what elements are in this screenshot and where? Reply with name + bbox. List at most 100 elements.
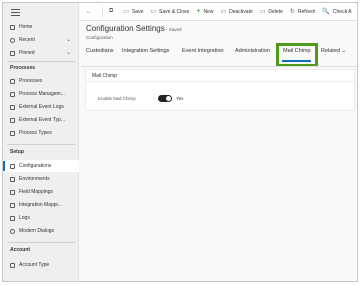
sidebar-item-account-type[interactable]: Account Type	[3, 259, 79, 271]
delete-button[interactable]: ▭ Delete	[259, 8, 283, 16]
new-button[interactable]: + New	[196, 8, 213, 15]
back-button[interactable]: ←	[86, 9, 95, 15]
save-status: - Saved	[166, 27, 182, 32]
section-label-processes: Processes	[10, 65, 36, 71]
deactivate-label: Deactivate	[229, 8, 253, 15]
refresh-button[interactable]: ↻ Refresh	[289, 8, 316, 16]
popout-icon: ⧉	[109, 8, 114, 14]
sidebar-item-label: Processes	[19, 78, 43, 84]
sidebar-item-label: Logs	[19, 215, 30, 221]
account-type-icon	[10, 262, 15, 268]
trash-icon: ▭	[259, 9, 266, 15]
chevron-down-icon[interactable]: ⌄	[66, 49, 71, 56]
section-label-account: Account	[10, 247, 30, 253]
sidebar-item-field-mappings[interactable]: Field Mappings	[3, 186, 79, 198]
search-icon: 🔍	[322, 9, 330, 15]
section-divider	[86, 81, 354, 82]
sidebar-item-label: Configurations	[19, 163, 52, 169]
sidebar-divider	[7, 144, 75, 145]
save-label: Save	[131, 8, 144, 15]
refresh-icon: ↻	[289, 9, 295, 15]
delete-label: Delete	[268, 8, 283, 15]
save-icon: ▭	[123, 9, 129, 15]
save-close-label: Save & Close	[159, 8, 190, 15]
sidebar-item-label: Process Managem...	[19, 91, 65, 97]
sidebar-item-label: External Event Logs	[19, 104, 64, 110]
tab-integration-settings[interactable]: Integration Settings	[122, 48, 169, 54]
deactivate-icon: ▭	[220, 9, 227, 15]
section-title: Mail Chimp	[92, 73, 118, 79]
log-icon	[10, 215, 15, 221]
highlight-box	[276, 43, 318, 67]
deactivate-button[interactable]: ▭ Deactivate	[220, 8, 253, 16]
sidebar-item-label: Field Mappings	[19, 189, 53, 195]
new-label: New	[203, 8, 214, 15]
sidebar-divider	[7, 242, 75, 243]
sidebar-item-label: Process Types	[19, 130, 52, 136]
process-icon	[10, 78, 15, 84]
check-access-button[interactable]: 🔍 Check A	[322, 8, 352, 16]
configuration-icon	[10, 163, 15, 169]
sidebar-item-label: Pinned	[19, 50, 35, 56]
plus-icon: +	[196, 8, 201, 15]
sidebar-item-label: Integration Mappi...	[19, 202, 62, 208]
save-button[interactable]: ▭ Save	[123, 8, 144, 16]
tab-related[interactable]: Related ⌄	[321, 48, 346, 54]
chevron-down-icon[interactable]: ⌄	[66, 36, 71, 43]
clock-icon	[10, 37, 15, 43]
command-bar: ← ⧉ ▭ Save ▭ Save & Close + New ▭ Deacti…	[80, 3, 357, 21]
sidebar-item-label: Recent	[19, 37, 35, 43]
event-log-icon	[10, 104, 15, 110]
home-icon	[10, 24, 15, 30]
app-window: Home Recent ⌄ Pinned ⌄ Processes Process…	[2, 2, 358, 282]
command-separator	[102, 6, 103, 17]
process-type-icon	[10, 130, 15, 136]
save-close-icon: ▭	[150, 9, 157, 15]
sidebar-item-modern-dialogs[interactable]: Modern Dialogs	[3, 225, 79, 237]
sidebar-item-recent[interactable]: Recent ⌄	[3, 34, 79, 46]
popout-button[interactable]: ⧉	[109, 8, 116, 15]
toggle-value-label: Yes	[176, 96, 184, 101]
sidebar-item-environments[interactable]: Environments	[3, 173, 79, 185]
toggle-knob	[166, 96, 171, 101]
tab-custodians[interactable]: Custodians	[86, 48, 114, 54]
sidebar-item-logs[interactable]: Logs	[3, 212, 79, 224]
event-type-icon	[10, 117, 15, 123]
save-and-close-button[interactable]: ▭ Save & Close	[150, 8, 190, 16]
sidebar-item-process-management[interactable]: Process Managem...	[3, 88, 79, 100]
sidebar-item-pinned[interactable]: Pinned ⌄	[3, 47, 79, 59]
sidebar-item-process-types[interactable]: Process Types	[3, 127, 79, 139]
mail-chimp-section: Mail Chimp Enable Mail Chimp Yes	[85, 69, 355, 111]
tab-event-integration[interactable]: Event Integration	[182, 48, 224, 54]
check-access-label: Check A	[332, 8, 352, 15]
tab-administration[interactable]: Administration	[235, 48, 270, 54]
section-label-setup: Setup	[10, 149, 24, 155]
sidebar-item-label: Home	[19, 24, 33, 30]
sidebar: Home Recent ⌄ Pinned ⌄ Processes Process…	[3, 3, 79, 281]
sidebar-item-external-event-types[interactable]: External Event Typ...	[3, 114, 79, 126]
refresh-label: Refresh	[297, 8, 316, 15]
hamburger-menu-icon[interactable]	[11, 9, 20, 18]
back-arrow-icon: ←	[86, 8, 92, 15]
enable-mail-chimp-label: Enable Mail Chimp	[98, 96, 136, 101]
sidebar-item-label: Account Type	[19, 262, 50, 268]
sidebar-item-configurations[interactable]: Configurations	[3, 160, 79, 172]
field-mapping-icon	[10, 189, 15, 195]
dialog-icon	[10, 228, 15, 234]
enable-mail-chimp-toggle[interactable]	[158, 95, 172, 102]
environment-icon	[10, 176, 15, 182]
entity-name: Configuration	[86, 35, 113, 40]
sidebar-item-processes[interactable]: Processes	[3, 75, 79, 87]
sidebar-divider	[7, 61, 75, 62]
sidebar-item-integration-mappings[interactable]: Integration Mappi...	[3, 199, 79, 211]
sidebar-item-label: Environments	[19, 176, 50, 182]
sidebar-item-external-event-logs[interactable]: External Event Logs	[3, 101, 79, 113]
sidebar-item-label: External Event Typ...	[19, 117, 66, 123]
tabs-divider	[81, 66, 357, 67]
sidebar-item-home[interactable]: Home	[3, 21, 79, 33]
page-title: Configuration Settings	[86, 24, 165, 33]
sidebar-item-label: Modern Dialogs	[19, 228, 55, 234]
integration-mapping-icon	[10, 202, 15, 208]
process-management-icon	[10, 91, 15, 97]
pin-icon	[10, 50, 15, 56]
